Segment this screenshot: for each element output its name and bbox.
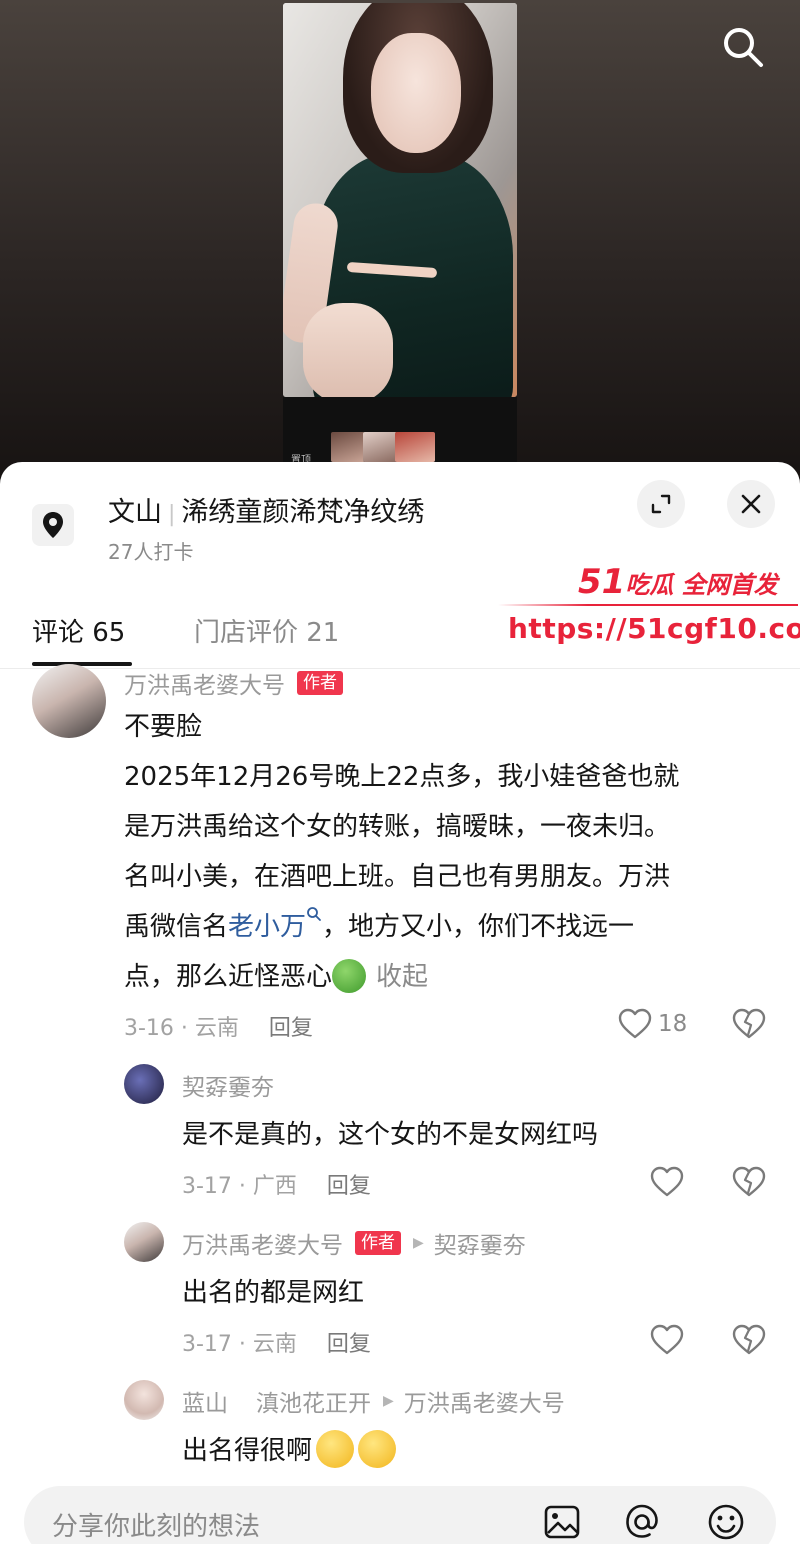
photo-thumbnail[interactable] bbox=[363, 432, 397, 462]
watermark-brand-text: 吃瓜 全网首发 bbox=[625, 571, 778, 599]
reply-to-username[interactable]: 万洪禹老婆大号 bbox=[404, 1384, 565, 1418]
like-button[interactable]: 18 bbox=[618, 1008, 687, 1040]
mention-button[interactable] bbox=[620, 1500, 664, 1544]
avatar[interactable] bbox=[124, 1064, 164, 1104]
image-icon bbox=[544, 1505, 580, 1539]
search-icon bbox=[724, 28, 763, 67]
comment-username[interactable]: 契孬嫑夯 bbox=[182, 1068, 274, 1102]
like-button[interactable] bbox=[650, 1166, 684, 1202]
nauseated-emoji-icon bbox=[332, 958, 367, 993]
wechat-name-link[interactable]: 老小万 bbox=[228, 907, 322, 942]
reply-button[interactable]: 回复 bbox=[269, 1016, 313, 1041]
photo-thumbnail-strip: 置顶 bbox=[283, 397, 517, 467]
grinning-emoji-icon bbox=[316, 1429, 355, 1468]
like-count: 18 bbox=[658, 1011, 688, 1037]
dislike-button[interactable] bbox=[732, 1008, 766, 1044]
close-button[interactable] bbox=[727, 480, 775, 528]
watermark-brand-number: 51 bbox=[578, 562, 626, 602]
comment-meta: 3-17 · 云南 回复 bbox=[182, 1332, 371, 1357]
like-button[interactable] bbox=[650, 1324, 684, 1360]
broken-heart-icon bbox=[732, 1324, 766, 1355]
heart-icon bbox=[650, 1324, 684, 1355]
watermark-line bbox=[498, 604, 798, 606]
reply-button[interactable]: 回复 bbox=[327, 1332, 371, 1357]
comment-meta: 3-17 · 广西 回复 bbox=[182, 1174, 371, 1199]
place-city: 文山 bbox=[108, 497, 162, 528]
featured-photo[interactable] bbox=[283, 3, 517, 397]
comment-input[interactable]: 分享你此刻的想法 bbox=[24, 1486, 776, 1544]
comment-list: 万洪禹老婆大号 作者 不要脸 2025年12月26号晚上22点多，我小娃爸爸也就… bbox=[0, 664, 800, 1470]
broken-heart-icon bbox=[732, 1008, 766, 1039]
checkin-count: 27人打卡 bbox=[108, 540, 194, 564]
broken-heart-icon bbox=[732, 1166, 766, 1197]
dislike-button[interactable] bbox=[732, 1166, 766, 1202]
photo-thumbnail[interactable] bbox=[395, 432, 435, 462]
close-icon bbox=[741, 494, 761, 514]
heart-icon bbox=[618, 1008, 652, 1039]
tab-comments[interactable]: 评论 65 bbox=[32, 612, 125, 649]
watermark: 51吃瓜 全网首发 https://51cgf10.com bbox=[498, 558, 800, 658]
watermark-url: https://51cgf10.com bbox=[508, 612, 800, 645]
place-title[interactable]: 文山 | 浠绣童颜浠梵净纹绣 bbox=[108, 490, 424, 529]
comment-username[interactable]: 蓝山 滇池花正开 ▶ 万洪禹老婆大号 bbox=[182, 1384, 565, 1418]
comments-sheet: 文山 | 浠绣童颜浠梵净纹绣 27人打卡 评论 65 门店评价 21 51吃瓜 全网… bbox=[0, 462, 800, 1544]
smiley-icon bbox=[708, 1504, 744, 1540]
reply-arrow-icon: ▶ bbox=[383, 1393, 394, 1409]
comment-username[interactable]: 万洪禹老婆大号 作者 bbox=[124, 666, 343, 700]
search-button[interactable] bbox=[718, 22, 768, 72]
tab-store-reviews[interactable]: 门店评价 21 bbox=[194, 612, 339, 649]
comment-text: 出名的都是网红 bbox=[182, 1278, 365, 1308]
reply-button[interactable]: 回复 bbox=[327, 1174, 371, 1199]
title-divider: | bbox=[168, 502, 176, 527]
location-pin-icon bbox=[32, 504, 74, 546]
heart-icon bbox=[650, 1166, 684, 1197]
comment-meta: 3-16 · 云南 回复 bbox=[124, 1016, 313, 1041]
comment-text: 是不是真的，这个女的不是女网红吗 bbox=[182, 1120, 599, 1150]
search-small-icon bbox=[307, 907, 321, 921]
dislike-button[interactable] bbox=[732, 1324, 766, 1360]
photo-thumbnail[interactable] bbox=[331, 432, 365, 462]
comment-input-bar: 分享你此刻的想法 bbox=[0, 1472, 800, 1544]
avatar[interactable] bbox=[124, 1222, 164, 1262]
reply-to-username[interactable]: 契孬嫑夯 bbox=[434, 1226, 526, 1260]
expand-button[interactable] bbox=[637, 480, 685, 528]
image-button[interactable] bbox=[540, 1500, 584, 1544]
avatar[interactable] bbox=[124, 1380, 164, 1420]
tab-divider bbox=[0, 668, 800, 669]
at-mention-icon bbox=[626, 1504, 658, 1538]
expand-icon bbox=[651, 494, 671, 514]
reply-arrow-icon: ▶ bbox=[413, 1235, 424, 1251]
comment-text: 出名得很啊 bbox=[182, 1426, 772, 1476]
comment-username[interactable]: 万洪禹老婆大号 作者 ▶ 契孬嫑夯 bbox=[182, 1226, 526, 1260]
collapse-link[interactable]: 收起 bbox=[376, 962, 428, 992]
avatar[interactable] bbox=[32, 664, 106, 738]
emoji-button[interactable] bbox=[704, 1500, 748, 1544]
author-badge: 作者 bbox=[297, 671, 343, 695]
grinning-emoji-icon bbox=[358, 1429, 397, 1468]
comment-text: 不要脸 2025年12月26号晚上22点多，我小娃爸爸也就 是万洪禹给这个女的转… bbox=[124, 712, 680, 993]
input-placeholder: 分享你此刻的想法 bbox=[52, 1512, 261, 1542]
place-name: 浠绣童颜浠梵净纹绣 bbox=[181, 497, 425, 528]
top-photo-area: 置顶 bbox=[0, 0, 800, 480]
author-badge: 作者 bbox=[355, 1231, 401, 1255]
